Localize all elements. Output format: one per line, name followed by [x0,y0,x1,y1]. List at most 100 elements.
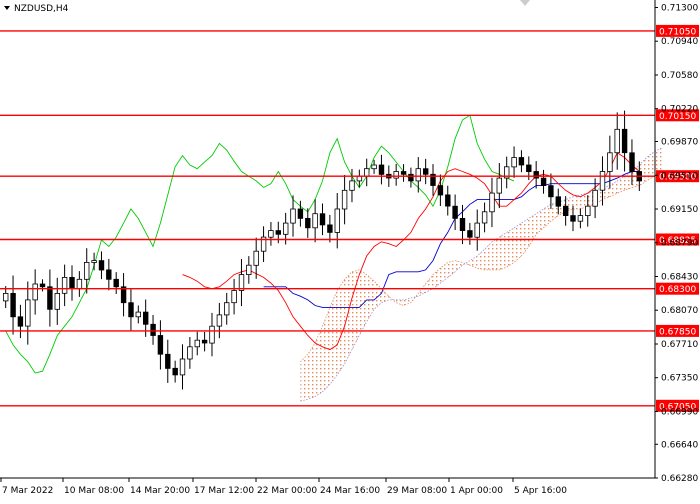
price-tick-label: 0.66280 [661,474,698,484]
candle-body [194,339,200,348]
candle-body [518,157,525,166]
candle-body [540,177,547,187]
candle-body [496,177,502,194]
candle-body [467,230,473,238]
candle-body [533,171,539,179]
candle-body [17,316,24,327]
candle-body [437,185,444,196]
level-label: 0.67850 [659,327,696,337]
candle-body [415,168,421,182]
candle-body [378,164,385,175]
level-label: 0.68300 [659,285,696,295]
candle-body [334,208,340,233]
price-tick-label: 0.67710 [661,340,698,350]
price-tick-label: 0.70580 [661,71,698,81]
candle-body [10,292,16,318]
candle-body [563,205,569,216]
candle-body [570,215,576,222]
price-tick-label: 0.70940 [661,37,698,47]
candle-body [481,211,488,224]
candle-body [548,185,554,198]
level-label: 0.71050 [659,27,696,37]
candle-body [511,157,517,168]
candle-body [349,180,355,191]
time-tick-label: 1 Apr 00:00 [450,486,503,496]
chart-header: NZDUSD,H4 [4,4,69,14]
chart-background [0,0,700,500]
candle-body [592,189,598,207]
price-tick-label: 0.69510 [661,171,698,181]
time-tick-label: 5 Apr 16:00 [514,486,567,496]
candle-body [268,230,274,238]
candle-body [607,152,613,172]
candle-body [585,205,591,216]
candle-body [91,260,97,263]
candle-body [253,250,259,266]
candle-body [319,213,326,226]
price-tick-label: 0.69150 [661,205,698,215]
candle-body [84,261,90,280]
candle-body [408,173,414,182]
candle-body [39,283,46,288]
candle-body [282,222,289,235]
price-tick-label: 0.67350 [661,374,698,384]
candle-body [526,164,532,172]
price-tick-label: 0.68430 [661,273,698,283]
candle-body [363,168,370,177]
candle-body [216,314,223,327]
candle-body [290,208,296,224]
candle-body [47,286,53,310]
chart-window[interactable]: 0.71050 0.70150 0.69500 0.68825 0.68300 0.678… [0,0,700,500]
candle-body [3,292,9,302]
candle-body [98,260,105,271]
candle-body [489,192,495,213]
time-tick-label: 29 Mar 08:00 [387,486,447,496]
candle-body [393,171,399,179]
candle-body [297,208,304,219]
candle-body [179,358,186,376]
time-tick-label: 17 Mar 12:00 [194,486,254,496]
candle-body [445,194,451,207]
candle-body [32,283,38,301]
candle-body [201,339,208,344]
candle-body [113,278,119,288]
price-tick-label: 0.71300 [661,4,698,14]
candle-body [172,367,178,376]
candle-body [231,290,237,304]
time-tick-label: 10 Mar 08:00 [64,486,124,496]
candle-body [142,311,149,325]
candle-body [621,128,628,154]
candle-body [135,311,141,318]
candle-body [69,276,75,289]
candle-body [599,171,606,191]
candle-body [223,302,230,316]
time-tick-label: 24 Mar 16:00 [320,486,380,496]
candle-body [157,335,164,355]
candle-body [305,217,311,229]
time-tick-label: 22 Mar 00:00 [257,486,317,496]
candle-body [25,299,31,327]
candle-body [187,346,193,360]
candle-body [614,128,620,154]
candle-body [577,215,584,222]
candle-body [341,189,348,210]
candle-body [128,302,134,318]
candle-body [555,196,561,207]
candle-body [61,276,68,294]
candle-body [209,325,215,344]
time-tick-label: 14 Mar 20:00 [130,486,190,496]
price-tick-label: 0.69870 [661,138,698,148]
candle-body [106,269,112,280]
candle-body [356,175,363,182]
price-tick-label: 0.66990 [661,408,698,418]
candle-body [474,222,480,238]
candle-body [150,323,156,336]
candle-body [246,264,252,276]
price-chart[interactable]: 0.710500.701500.695000.688250.683000.678… [0,0,700,500]
price-tick-label: 0.66640 [661,440,698,450]
price-tick-label: 0.68790 [661,239,698,249]
candle-body [422,168,429,175]
candle-body [459,217,466,231]
candle-body [76,278,83,290]
symbol-label: NZDUSD,H4 [14,4,69,14]
